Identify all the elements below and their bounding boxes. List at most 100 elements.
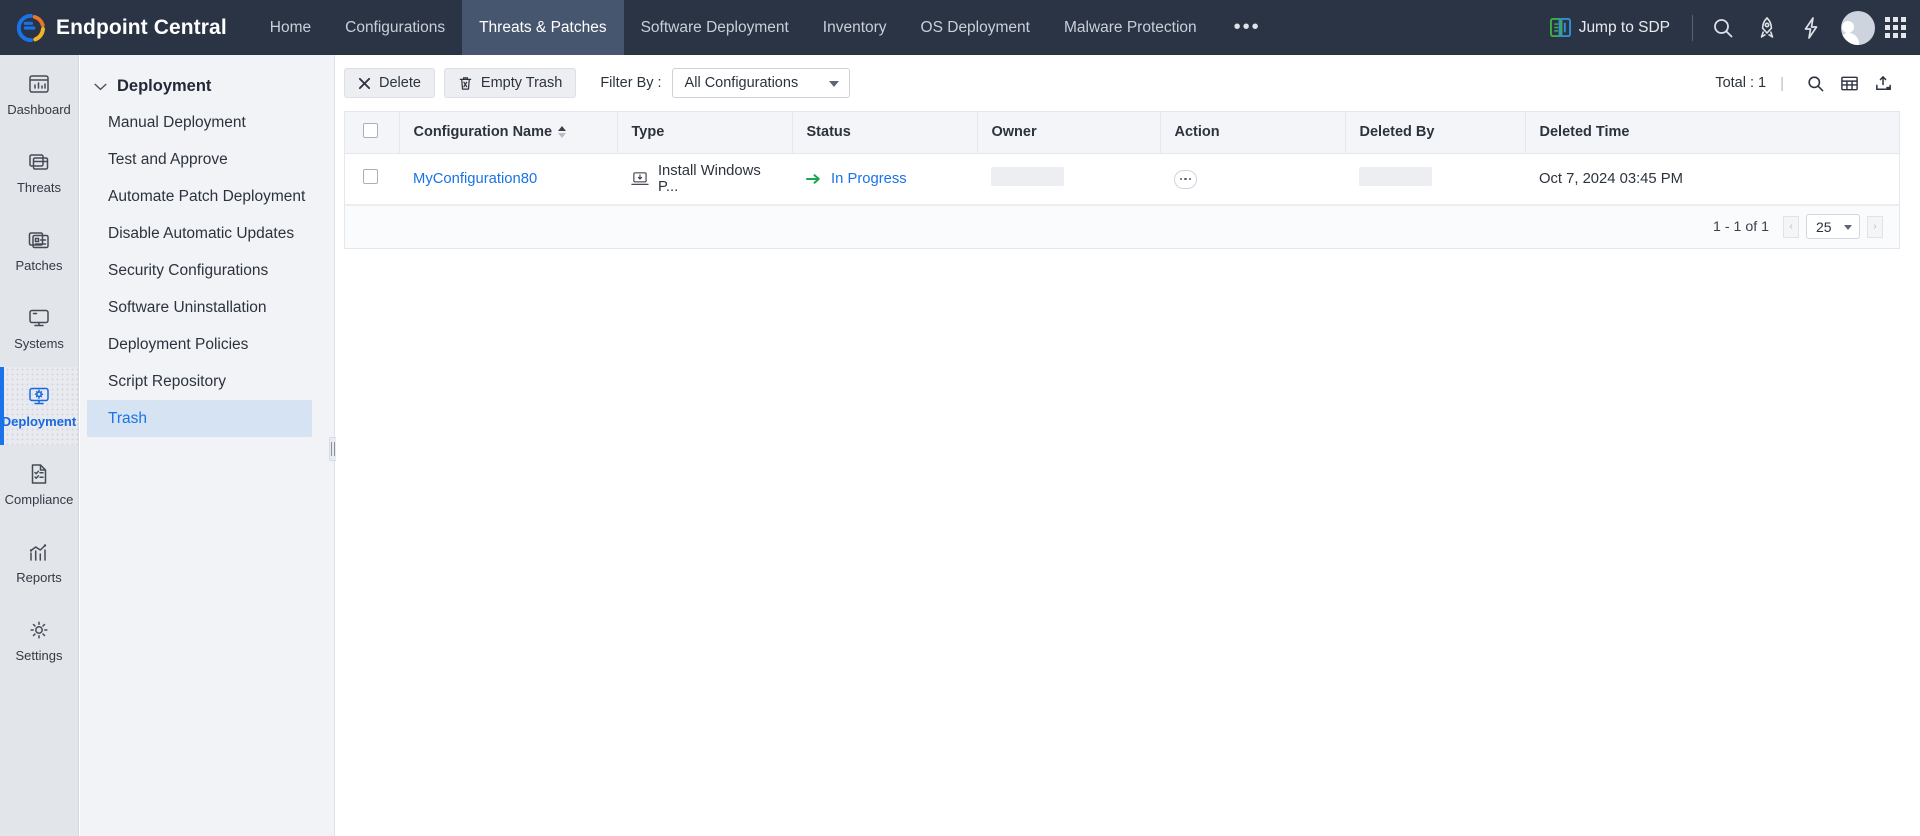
toolbar-right: Total : 1 | xyxy=(1715,68,1900,98)
dashboard-chart-icon xyxy=(29,75,49,93)
page-size-select[interactable]: 25 xyxy=(1806,214,1860,239)
filter-by-label: Filter By : xyxy=(600,75,662,91)
topnav-item-malware-protection[interactable]: Malware Protection xyxy=(1047,0,1214,55)
subnav-item-test-and-approve[interactable]: Test and Approve xyxy=(80,141,334,178)
header-select-all[interactable] xyxy=(345,112,400,154)
topnav-item-os-deployment[interactable]: OS Deployment xyxy=(904,0,1047,55)
configuration-name-link[interactable]: MyConfiguration80 xyxy=(413,171,537,187)
reports-bars-icon xyxy=(29,544,47,561)
sdp-icon xyxy=(1549,17,1571,38)
top-nav-items: Home Configurations Threats & Patches So… xyxy=(253,0,1281,55)
trash-icon xyxy=(459,76,472,90)
more-actions-icon[interactable] xyxy=(1174,169,1197,189)
topnav-item-configurations[interactable]: Configurations xyxy=(328,0,462,55)
close-icon xyxy=(358,77,371,89)
filter-select[interactable]: All Configurations xyxy=(671,68,850,98)
rail-item-dashboard[interactable]: Dashboard xyxy=(0,55,78,133)
table-columns-icon[interactable] xyxy=(1832,68,1866,98)
header-status[interactable]: Status xyxy=(792,112,978,154)
rail-label-patches: Patches xyxy=(15,258,63,273)
brand-name: Endpoint Central xyxy=(56,15,227,39)
patches-list-icon xyxy=(28,232,49,249)
topnav-item-threats-patches[interactable]: Threats & Patches xyxy=(462,0,624,55)
row-select-cell[interactable] xyxy=(345,153,399,205)
chevron-down-icon xyxy=(828,81,839,87)
endpoint-central-logo xyxy=(16,13,45,42)
subnav-item-security-configurations[interactable]: Security Configurations xyxy=(80,252,334,289)
lightning-icon[interactable] xyxy=(1789,6,1833,50)
topnav-item-software-deployment[interactable]: Software Deployment xyxy=(624,0,806,55)
rocket-icon[interactable] xyxy=(1745,6,1789,50)
toolbar-separator: | xyxy=(1780,74,1784,92)
topnav-item-home[interactable]: Home xyxy=(253,0,328,55)
rail-item-threats[interactable]: Threats xyxy=(0,133,78,211)
export-upload-icon[interactable] xyxy=(1866,68,1900,98)
rail-label-compliance: Compliance xyxy=(4,492,74,507)
brand[interactable]: Endpoint Central xyxy=(0,0,253,55)
header-owner[interactable]: Owner xyxy=(977,112,1161,154)
compliance-document-icon xyxy=(31,464,47,484)
cell-type: Install Windows P... xyxy=(617,153,792,205)
table-header: Configuration Name Type Status Owner Act… xyxy=(345,112,1899,154)
rail-item-compliance[interactable]: Compliance xyxy=(0,445,78,523)
page-size-value: 25 xyxy=(1816,218,1832,235)
cell-owner xyxy=(977,153,1160,205)
deleted-by-placeholder xyxy=(1359,167,1432,186)
subnav-item-deployment-policies[interactable]: Deployment Policies xyxy=(80,326,334,363)
header-action[interactable]: Action xyxy=(1160,112,1346,154)
header-type[interactable]: Type xyxy=(617,112,793,154)
cell-deleted-time: Oct 7, 2024 03:45 PM xyxy=(1525,153,1899,205)
table-body: MyConfiguration80 Install Windows P... I… xyxy=(345,153,1899,205)
install-laptop-icon xyxy=(631,171,649,185)
content-toolbar: Delete Empty Trash Filter By : All Confi… xyxy=(336,55,1920,111)
rail-item-deployment[interactable]: Deployment xyxy=(0,367,78,445)
search-icon[interactable] xyxy=(1701,6,1745,50)
apps-grid-icon[interactable] xyxy=(1885,17,1906,38)
delete-button[interactable]: Delete xyxy=(344,68,435,98)
deployment-gear-monitor-icon xyxy=(29,387,49,405)
pagination-prev-button[interactable]: ‹ xyxy=(1783,215,1799,238)
rail-item-reports[interactable]: Reports xyxy=(0,523,78,601)
subnav-item-script-repository[interactable]: Script Repository xyxy=(80,363,334,400)
owner-placeholder xyxy=(991,167,1064,186)
subnav-item-software-uninstallation[interactable]: Software Uninstallation xyxy=(80,289,334,326)
select-all-checkbox[interactable] xyxy=(363,122,378,138)
pagination-next-button[interactable]: › xyxy=(1867,215,1883,238)
subnav-item-manual-deployment[interactable]: Manual Deployment xyxy=(80,104,334,141)
rail-label-threats: Threats xyxy=(16,180,62,195)
subnav-header-deployment[interactable]: Deployment xyxy=(80,55,334,104)
status-label: In Progress xyxy=(831,170,907,187)
empty-trash-button[interactable]: Empty Trash xyxy=(443,68,577,98)
filter-select-value: All Configurations xyxy=(684,75,799,91)
chevron-down-icon xyxy=(94,83,107,90)
search-icon[interactable] xyxy=(1798,68,1832,98)
topnav-item-inventory[interactable]: Inventory xyxy=(806,0,904,55)
rail-item-patches[interactable]: Patches xyxy=(0,211,78,289)
jump-to-sdp-button[interactable]: Jump to SDP xyxy=(1536,17,1684,38)
left-rail: Dashboard Threats Patches Systems Deploy… xyxy=(0,55,79,836)
table-row[interactable]: MyConfiguration80 Install Windows P... I… xyxy=(345,153,1899,205)
cell-configuration-name: MyConfiguration80 xyxy=(399,153,617,205)
subnav-item-disable-automatic-updates[interactable]: Disable Automatic Updates xyxy=(80,215,334,252)
header-deleted-by[interactable]: Deleted By xyxy=(1345,112,1526,154)
rail-label-systems: Systems xyxy=(14,336,64,351)
header-configuration-name[interactable]: Configuration Name xyxy=(399,112,618,154)
cell-status: In Progress xyxy=(792,153,977,205)
avatar[interactable] xyxy=(1841,10,1875,45)
rail-item-settings[interactable]: Settings xyxy=(0,601,78,679)
row-checkbox[interactable] xyxy=(363,169,378,184)
rail-label-settings: Settings xyxy=(15,648,63,663)
top-navigation-bar: Endpoint Central Home Configurations Thr… xyxy=(0,0,1920,55)
rail-label-deployment: Deployment xyxy=(1,414,77,429)
header-deleted-time[interactable]: Deleted Time xyxy=(1525,112,1899,154)
top-right-actions: Jump to SDP xyxy=(1536,0,1920,55)
sort-icon[interactable] xyxy=(558,126,567,139)
sub-navigation: Deployment Manual Deployment Test and Ap… xyxy=(80,55,335,836)
topnav-more-icon[interactable]: ••• xyxy=(1214,0,1281,55)
arrow-right-green-icon xyxy=(806,173,820,184)
chevron-down-icon xyxy=(1844,225,1852,230)
rail-item-systems[interactable]: Systems xyxy=(0,289,78,367)
subnav-item-automate-patch-deployment[interactable]: Automate Patch Deployment xyxy=(80,178,334,215)
cell-action xyxy=(1160,153,1345,205)
subnav-item-trash[interactable]: Trash xyxy=(87,400,312,437)
